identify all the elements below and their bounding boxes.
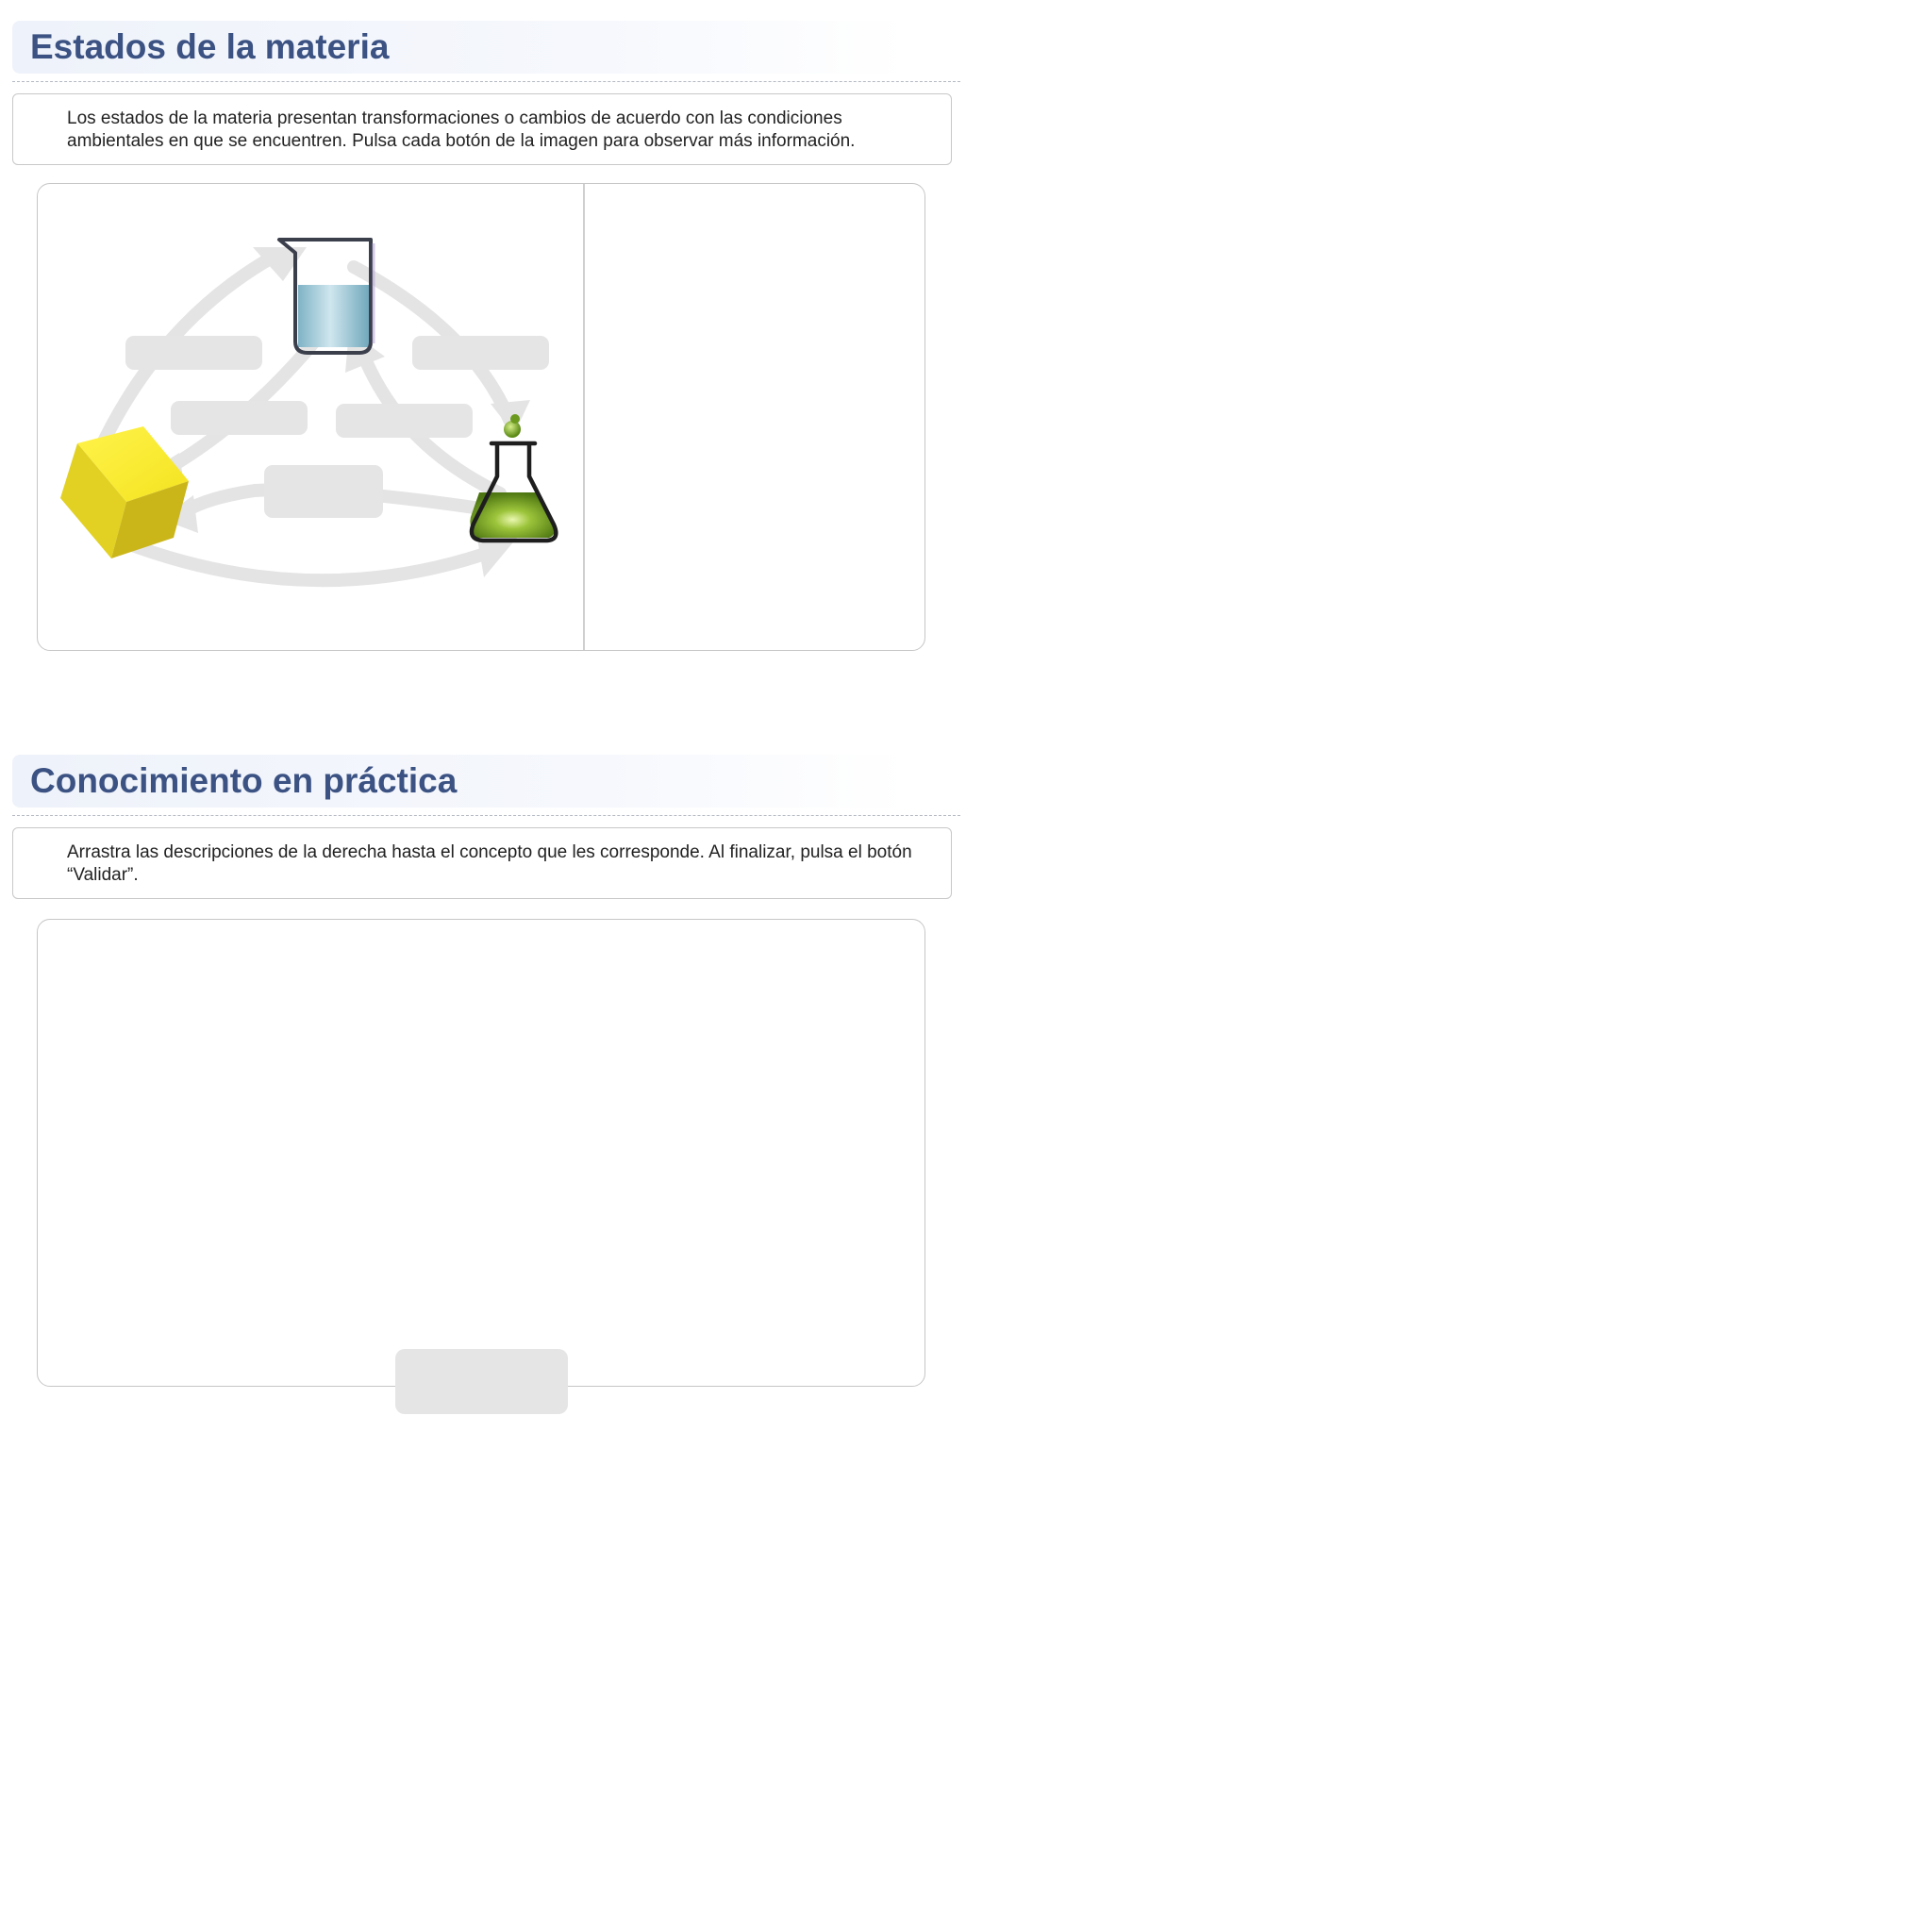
panel-divider [583,184,585,650]
diagram-button-4[interactable] [336,404,473,438]
validate-button[interactable] [395,1349,568,1414]
diagram-button-3[interactable] [171,401,308,435]
section-conocimiento: Conocimiento en práctica [12,755,960,808]
instruction-box: Arrastra las descripciones de la derecha… [12,827,952,899]
section-title-bar: Conocimiento en práctica [12,755,908,808]
title-divider [12,815,960,816]
section-title: Estados de la materia [30,27,390,66]
info-panel [594,203,906,627]
diagram-button-2[interactable] [412,336,549,370]
section-estados: Estados de la materia [12,21,960,74]
instruction-box: Los estados de la materia presentan tran… [12,93,952,165]
instruction-text: Los estados de la materia presentan tran… [67,108,856,151]
drag-drop-panel[interactable] [37,919,925,1387]
title-divider [12,81,960,82]
diagram-button-5[interactable] [264,465,383,518]
diagram-button-1[interactable] [125,336,262,370]
section-title-bar: Estados de la materia [12,21,908,74]
section-title: Conocimiento en práctica [30,761,458,800]
instruction-text: Arrastra las descripciones de la derecha… [67,842,912,885]
